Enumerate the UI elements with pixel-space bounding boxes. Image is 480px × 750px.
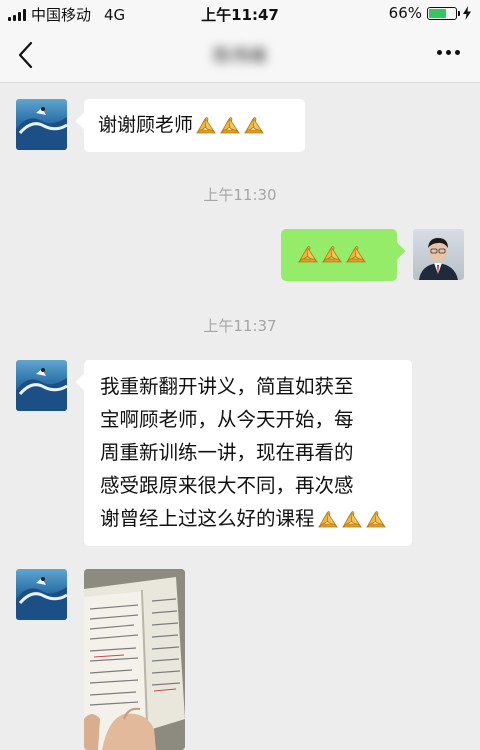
dot <box>437 50 442 55</box>
message-line: 感受跟原来很大不同，再次感 <box>100 474 354 497</box>
chat-header: 陈伟峰 <box>0 28 480 83</box>
message-line: 谢曾经上过这么好的课程 <box>100 507 315 530</box>
image-message[interactable] <box>84 569 185 750</box>
charging-bolt-icon <box>463 6 471 20</box>
battery-icon <box>427 6 460 20</box>
folded-hands-icon <box>244 117 264 134</box>
message-timestamp: 上午11:37 <box>203 317 277 335</box>
message-bubble-self[interactable] <box>281 229 397 281</box>
message-line: 我重新翻开讲义，简直如获至 <box>100 375 354 398</box>
dot <box>455 50 460 55</box>
avatar[interactable] <box>16 99 67 150</box>
folded-hands-icon <box>365 511 386 528</box>
avatar-self[interactable] <box>413 229 464 280</box>
profile-photo-avatar-icon <box>419 238 458 280</box>
folded-hands-icon <box>196 117 216 134</box>
folded-hands-icon <box>322 246 342 263</box>
folded-hands-icon <box>298 246 318 263</box>
emoji-row <box>193 114 265 136</box>
message-list[interactable]: 谢谢顾老师 上午11:30 上午11:37 我重新翻开讲义，简直如获至 宝啊顾老… <box>0 83 480 750</box>
status-right: 66% <box>389 4 472 22</box>
message-bubble[interactable]: 谢谢顾老师 <box>84 99 305 152</box>
battery-percent: 66% <box>388 4 422 22</box>
status-bar: 中国移动 4G 上午11:47 66% <box>0 0 480 28</box>
folded-hands-icon <box>341 511 362 528</box>
message-line: 宝啊顾老师，从今天开始，每 <box>100 408 354 431</box>
message-text: 谢谢顾老师 <box>98 114 194 136</box>
surfer-wave-avatar-icon <box>16 368 67 411</box>
surfer-wave-avatar-icon <box>16 577 67 620</box>
message-bubble[interactable]: 我重新翻开讲义，简直如获至 宝啊顾老师，从今天开始，每 周重新训练一讲，现在再看… <box>84 360 412 546</box>
message-line: 周重新训练一讲，现在再看的 <box>100 441 354 464</box>
dot <box>446 50 451 55</box>
contact-name: 陈伟峰 <box>213 46 267 67</box>
emoji-row <box>315 507 387 530</box>
surfer-wave-avatar-icon <box>16 107 67 150</box>
folded-hands-icon <box>346 246 366 263</box>
folded-hands-icon <box>220 117 240 134</box>
folded-hands-icon <box>317 511 338 528</box>
avatar[interactable] <box>16 569 67 620</box>
avatar[interactable] <box>16 360 67 411</box>
battery-level <box>429 8 447 18</box>
message-timestamp: 上午11:30 <box>203 186 277 204</box>
book-photo-thumbnail <box>84 569 185 750</box>
emoji-row <box>295 243 367 265</box>
more-button[interactable] <box>437 50 460 55</box>
